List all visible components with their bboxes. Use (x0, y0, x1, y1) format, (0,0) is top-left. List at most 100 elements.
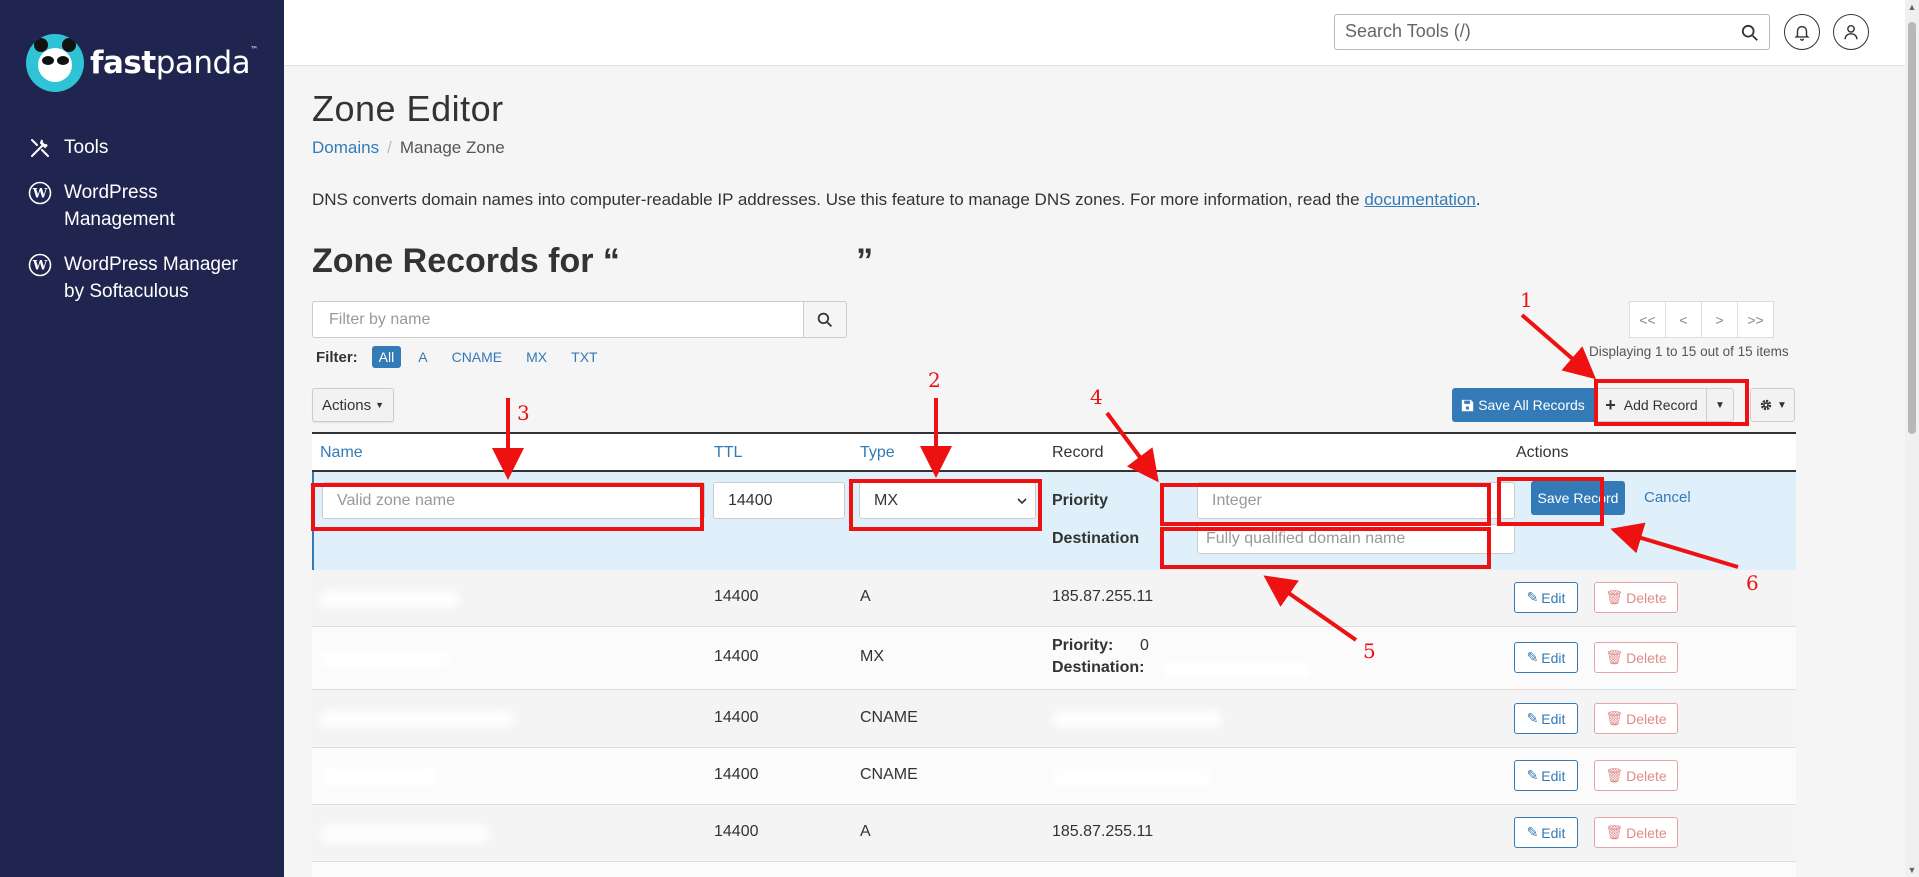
edit-button[interactable]: ✎ Edit (1514, 817, 1578, 848)
delete-button[interactable]: 🗑 Delete (1594, 582, 1678, 613)
column-header-record: Record (1052, 444, 1104, 461)
column-header-ttl[interactable]: TTL (714, 444, 742, 462)
delete-button[interactable]: 🗑 Delete (1594, 642, 1678, 673)
priority-label: Priority (1052, 492, 1109, 509)
add-record-dropdown-button[interactable]: ▼ (1706, 388, 1734, 422)
destination-label: Destination: (1052, 659, 1145, 676)
redacted-name (320, 650, 450, 668)
trash-icon: 🗑 (1605, 710, 1624, 726)
filter-pill-txt[interactable]: TXT (564, 346, 604, 368)
filter-search-button[interactable] (803, 301, 847, 338)
table-header: Name TTL Type Record Actions (312, 432, 1796, 472)
trash-icon: 🗑 (1605, 824, 1624, 840)
ttl-cell: 14400 (714, 823, 759, 840)
svg-text:W: W (32, 259, 48, 274)
filter-pill-all[interactable]: All (371, 346, 402, 368)
page-scrollbar[interactable]: ▲ ▼ (1905, 0, 1919, 877)
redacted-record (1052, 768, 1212, 786)
ttl-input[interactable]: 14400 (713, 482, 845, 519)
gear-icon (1760, 399, 1772, 411)
ttl-cell: 14400 (714, 648, 759, 665)
type-cell: A (860, 588, 871, 605)
record-type-select[interactable]: MX (859, 482, 1036, 519)
redacted-destination (1162, 661, 1312, 679)
annotation-number-3: 3 (517, 401, 530, 425)
delete-button[interactable]: 🗑 Delete (1594, 760, 1678, 791)
table-row (312, 862, 1796, 877)
pager-last[interactable]: >> (1737, 301, 1774, 338)
search-tools-input[interactable]: Search Tools (/) (1334, 14, 1770, 50)
caret-down-icon: ▼ (1777, 399, 1787, 411)
user-menu-button[interactable] (1833, 14, 1869, 50)
scroll-up-icon[interactable]: ▲ (1907, 2, 1917, 12)
notifications-button[interactable] (1784, 14, 1820, 50)
tools-icon (31, 139, 49, 157)
sidebar-item-wordpress-management[interactable]: W WordPress Management (28, 179, 175, 233)
redacted-record (1052, 710, 1222, 728)
save-all-records-button[interactable]: Save All Records (1452, 388, 1594, 422)
pencil-icon: ✎ (1526, 824, 1539, 840)
table-row: 14400 CNAME ✎ Edit 🗑 Delete (312, 748, 1796, 805)
redacted-name (320, 590, 460, 608)
filter-pill-mx[interactable]: MX (519, 346, 554, 368)
filter-by-name-input[interactable]: Filter by name (312, 301, 807, 338)
edit-button[interactable]: ✎ Edit (1514, 582, 1578, 613)
bell-icon (1794, 25, 1810, 41)
column-header-name[interactable]: Name (320, 444, 363, 462)
table-row: 14400 A 185.87.255.11 ✎ Edit 🗑 Delete (312, 805, 1796, 862)
priority-label: Priority: (1052, 637, 1114, 654)
filter-pill-a[interactable]: A (411, 346, 434, 368)
add-record-button[interactable]: + Add Record (1596, 388, 1707, 422)
scroll-down-icon[interactable]: ▼ (1907, 865, 1917, 875)
caret-down-icon: ▼ (1715, 399, 1725, 411)
destination-input[interactable]: Fully qualified domain name (1197, 524, 1515, 554)
priority-input[interactable]: Integer (1197, 482, 1515, 519)
search-icon (817, 312, 833, 327)
pencil-icon: ✎ (1526, 767, 1539, 783)
sidebar: fastpanda™ Tools W WordPress Management W… (0, 0, 284, 877)
filter-pill-cname[interactable]: CNAME (445, 346, 510, 368)
pencil-icon: ✎ (1526, 649, 1539, 665)
zone-records-title: Zone Records for “ ” (312, 242, 874, 280)
actions-dropdown-button[interactable]: Actions ▼ (312, 388, 394, 422)
delete-button[interactable]: 🗑 Delete (1594, 703, 1678, 734)
delete-button[interactable]: 🗑 Delete (1594, 817, 1678, 848)
edit-button[interactable]: ✎ Edit (1514, 703, 1578, 734)
page-description: DNS converts domain names into computer-… (312, 190, 1481, 209)
pagination: << < > >> (1629, 301, 1774, 338)
pager-first[interactable]: << (1629, 301, 1666, 338)
save-record-button[interactable]: Save Record (1531, 481, 1625, 515)
annotation-number-2: 2 (928, 368, 941, 392)
pencil-icon: ✎ (1526, 589, 1539, 605)
cancel-link[interactable]: Cancel (1644, 489, 1691, 506)
table-row: 14400 CNAME ✎ Edit 🗑 Delete (312, 690, 1796, 748)
annotation-number-1: 1 (1520, 288, 1533, 312)
trash-icon: 🗑 (1605, 767, 1624, 783)
sidebar-item-tools[interactable]: Tools (28, 134, 108, 161)
type-cell: CNAME (860, 766, 918, 783)
annotation-number-5: 5 (1363, 639, 1376, 663)
search-icon[interactable] (1741, 24, 1759, 42)
trash-icon: 🗑 (1605, 649, 1624, 665)
pager-next[interactable]: > (1701, 301, 1738, 338)
plus-icon: + (1605, 394, 1616, 415)
type-cell: MX (860, 648, 884, 665)
documentation-link[interactable]: documentation (1364, 190, 1476, 209)
zone-name-input[interactable]: Valid zone name (322, 482, 705, 519)
settings-dropdown-button[interactable]: ▼ (1750, 388, 1795, 422)
pencil-icon: ✎ (1526, 710, 1539, 726)
edit-button[interactable]: ✎ Edit (1514, 642, 1578, 673)
edit-button[interactable]: ✎ Edit (1514, 760, 1578, 791)
type-filter: Filter: All A CNAME MX TXT (316, 346, 615, 368)
chevron-down-icon (1017, 498, 1027, 505)
fastpanda-logo[interactable]: fastpanda™ (26, 34, 258, 92)
breadcrumb-domains-link[interactable]: Domains (312, 138, 379, 157)
ttl-cell: 14400 (714, 766, 759, 783)
scroll-thumb[interactable] (1908, 22, 1916, 434)
breadcrumb-current: Manage Zone (399, 138, 505, 157)
column-header-type[interactable]: Type (860, 444, 895, 462)
type-cell: A (860, 823, 871, 840)
sidebar-item-wordpress-manager-softaculous[interactable]: W WordPress Manager by Softaculous (28, 251, 238, 305)
page-title: Zone Editor (312, 88, 504, 129)
pager-prev[interactable]: < (1665, 301, 1702, 338)
